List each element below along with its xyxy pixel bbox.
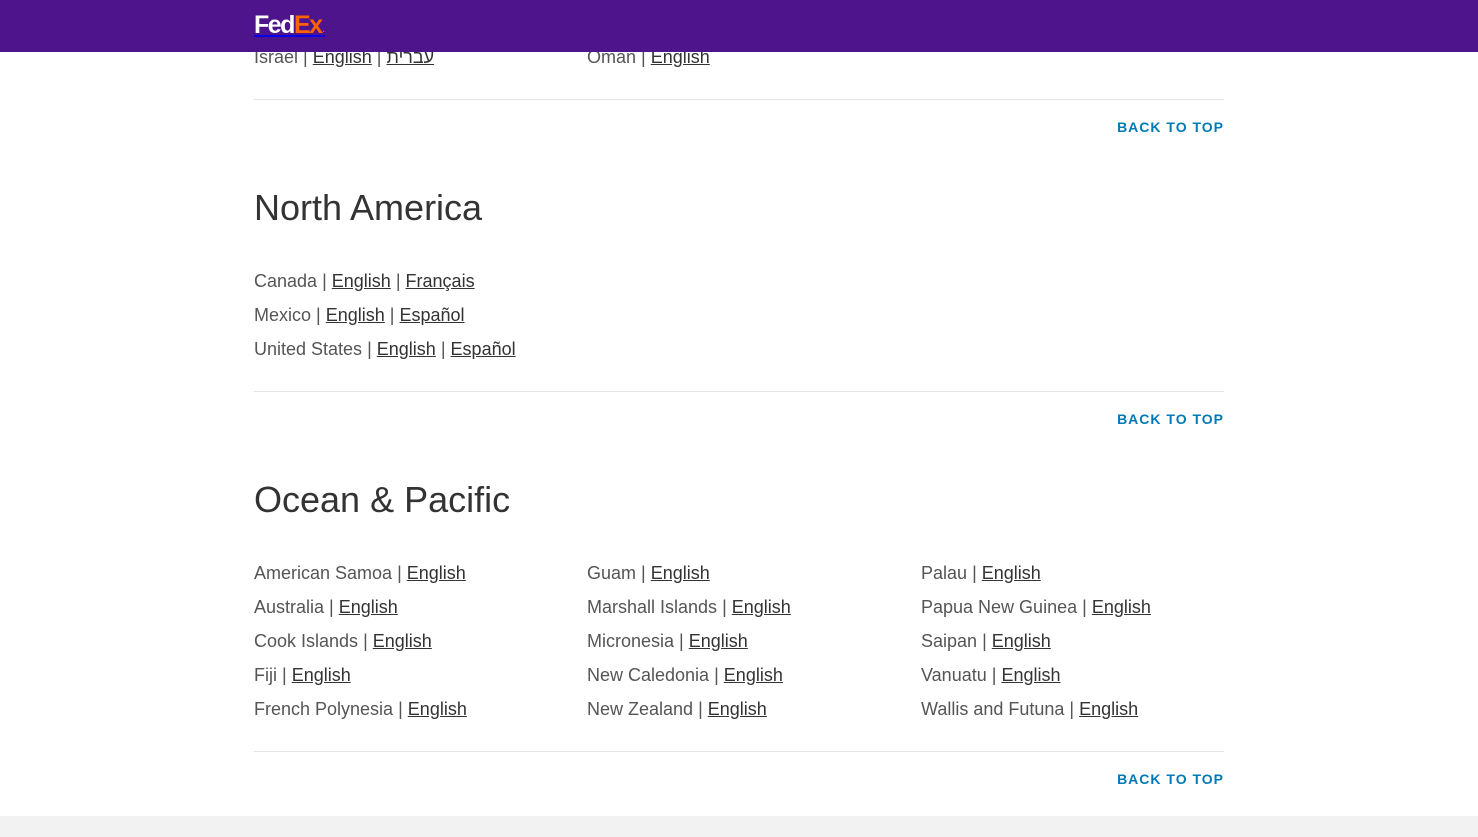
country-entry: Cook Islands | English: [254, 630, 432, 652]
separator: |: [1082, 597, 1087, 617]
section-divider: [254, 99, 1224, 100]
country-name: Saipan: [921, 631, 978, 651]
separator: |: [398, 699, 403, 719]
country-name: Wallis and Futuna: [921, 699, 1065, 719]
country-name: New Zealand: [587, 699, 694, 719]
language-link[interactable]: English: [1079, 699, 1138, 719]
country-entry: Wallis and Futuna | English: [921, 698, 1138, 720]
country-name: Fiji: [254, 665, 277, 685]
separator: |: [282, 665, 287, 685]
language-link[interactable]: English: [377, 339, 436, 359]
language-link[interactable]: English: [982, 563, 1041, 583]
country-name: Vanuatu: [921, 665, 987, 685]
region-title: North America: [254, 187, 483, 228]
country-entry: United States | English | Español: [254, 338, 516, 360]
country-name: Canada: [254, 271, 318, 291]
language-link[interactable]: English: [1001, 665, 1060, 685]
language-link[interactable]: English: [724, 665, 783, 685]
country-name: Palau: [921, 563, 968, 583]
separator: |: [322, 271, 327, 291]
country-entry: Micronesia | English: [587, 630, 748, 652]
back-to-top-link[interactable]: BACK TO TOP: [1117, 771, 1224, 787]
country-name: Marshall Islands: [587, 597, 718, 617]
section-divider: [254, 751, 1224, 752]
country-entry: Mexico | English | Español: [254, 304, 465, 326]
country-name: Micronesia: [587, 631, 675, 651]
country-entry: New Zealand | English: [587, 698, 767, 720]
section-divider: [254, 391, 1224, 392]
separator: |: [972, 563, 977, 583]
country-name: American Samoa: [254, 563, 393, 583]
separator: |: [722, 597, 727, 617]
language-link[interactable]: English: [292, 665, 351, 685]
country-name: Mexico: [254, 305, 312, 325]
separator: |: [316, 305, 321, 325]
country-name: New Caledonia: [587, 665, 710, 685]
country-name: Guam: [587, 563, 637, 583]
separator: |: [679, 631, 684, 651]
language-link[interactable]: Español: [400, 305, 465, 325]
separator: |: [389, 305, 395, 325]
separator: |: [698, 699, 703, 719]
language-link[interactable]: English: [332, 271, 391, 291]
separator: |: [440, 339, 446, 359]
region-title: Ocean & Pacific: [254, 479, 511, 520]
separator: |: [714, 665, 719, 685]
separator: |: [367, 339, 372, 359]
separator: |: [363, 631, 368, 651]
language-link[interactable]: English: [992, 631, 1051, 651]
country-entry: Vanuatu | English: [921, 664, 1061, 686]
country-name: Papua New Guinea: [921, 597, 1078, 617]
country-entry: Papua New Guinea | English: [921, 596, 1151, 618]
separator: |: [641, 563, 646, 583]
separator: |: [329, 597, 334, 617]
language-link[interactable]: English: [1092, 597, 1151, 617]
language-link[interactable]: English: [732, 597, 791, 617]
language-link[interactable]: Français: [406, 271, 475, 291]
language-link[interactable]: English: [651, 563, 710, 583]
language-link[interactable]: English: [708, 699, 767, 719]
separator: |: [982, 631, 987, 651]
logo-ex: Ex: [293, 11, 323, 39]
logo-dot: .: [322, 25, 325, 34]
separator: |: [1069, 699, 1075, 719]
country-entry: Saipan | English: [921, 630, 1051, 652]
language-link[interactable]: English: [407, 563, 466, 583]
country-entry: Fiji | English: [254, 664, 351, 686]
footer-strip: [0, 816, 1478, 837]
language-link[interactable]: English: [373, 631, 432, 651]
country-name: Australia: [254, 597, 325, 617]
back-to-top-link[interactable]: BACK TO TOP: [1117, 411, 1224, 427]
country-name: United States: [254, 339, 363, 359]
country-name: French Polynesia: [254, 699, 394, 719]
country-entry: Australia | English: [254, 596, 398, 618]
country-entry: Canada | English | Français: [254, 270, 475, 292]
separator: |: [991, 665, 997, 685]
country-entry: Guam | English: [587, 562, 710, 584]
language-link[interactable]: English: [326, 305, 385, 325]
language-link[interactable]: English: [339, 597, 398, 617]
separator: |: [397, 563, 402, 583]
country-entry: Palau | English: [921, 562, 1041, 584]
fedex-logo[interactable]: FedEx.: [254, 11, 325, 44]
separator: |: [395, 271, 401, 291]
country-entry: French Polynesia | English: [254, 698, 467, 720]
site-header: FedEx.: [0, 0, 1478, 52]
country-entry: Marshall Islands | English: [587, 596, 791, 618]
country-entry: New Caledonia | English: [587, 664, 783, 686]
back-to-top-link[interactable]: BACK TO TOP: [1117, 119, 1224, 135]
country-entry: American Samoa | English: [254, 562, 466, 584]
language-link[interactable]: Español: [451, 339, 516, 359]
language-link[interactable]: English: [408, 699, 467, 719]
country-name: Cook Islands: [254, 631, 359, 651]
language-link[interactable]: English: [689, 631, 748, 651]
logo-fed: Fed: [254, 11, 295, 39]
